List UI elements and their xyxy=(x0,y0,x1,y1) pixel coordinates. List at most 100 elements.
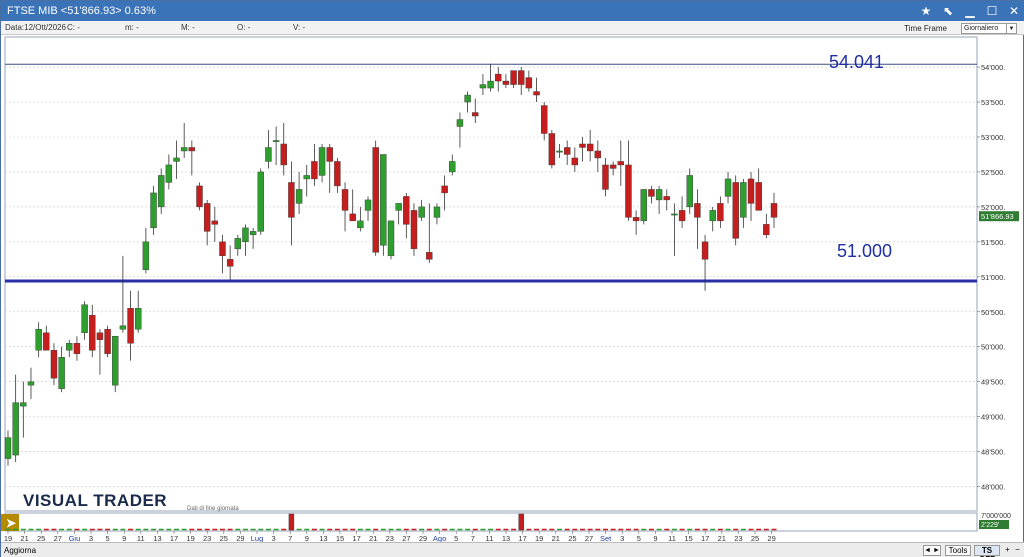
candle-body xyxy=(303,175,310,180)
x-tick-label: 19 xyxy=(4,534,12,542)
x-tick-label: 3 xyxy=(89,534,93,542)
candle-body xyxy=(724,178,732,197)
x-tick-label: Lug xyxy=(251,534,264,542)
candle-body xyxy=(464,94,471,103)
candle-body xyxy=(96,332,104,340)
candle-body xyxy=(671,213,678,216)
x-tick-label: Giu xyxy=(69,534,81,542)
x-tick-label: 29 xyxy=(419,534,427,542)
scroll-buttons[interactable]: ◄ ► xyxy=(923,545,941,556)
annotation-lower: 51.000 xyxy=(837,241,892,261)
candle-body xyxy=(135,308,142,330)
x-tick-label: 21 xyxy=(20,534,28,542)
tools-button[interactable]: Tools xyxy=(945,545,971,556)
volume-spike xyxy=(518,513,524,531)
x-tick-label: Set xyxy=(600,534,612,542)
volume-current-label: 2'229' xyxy=(981,522,999,529)
candle-body xyxy=(127,308,134,344)
x-tick-label: 17 xyxy=(701,534,709,542)
x-tick-label: 9 xyxy=(653,534,657,542)
candle-body xyxy=(295,189,303,204)
candle-body xyxy=(188,147,196,152)
x-tick-label: 27 xyxy=(402,534,410,542)
x-tick-label: 11 xyxy=(137,534,145,542)
candle-body xyxy=(472,112,479,117)
x-tick-label: 25 xyxy=(751,534,759,542)
candle-body xyxy=(678,210,686,222)
y-tick-label: 52'500. xyxy=(981,168,1005,177)
x-tick-label: 5 xyxy=(106,534,110,542)
candle-body xyxy=(73,343,81,354)
candle-body xyxy=(119,325,127,330)
candle-body xyxy=(694,203,701,218)
x-tick-label: 13 xyxy=(502,534,510,542)
x-tick-label: 23 xyxy=(386,534,394,542)
candle-body xyxy=(663,196,670,201)
candle-body xyxy=(640,189,647,222)
candle-body xyxy=(150,192,157,229)
candle-body xyxy=(709,210,716,222)
date-axis: 19 21 25 27 Giu 3 5 9 11 13 17 19 23 25 29 Lug 3 7 9 13 15 17… xyxy=(4,531,776,542)
x-tick-label: 3 xyxy=(620,534,624,542)
y-tick-label: 51'500. xyxy=(981,238,1005,247)
x-tick-label: 13 xyxy=(319,534,327,542)
candle-body xyxy=(571,157,579,166)
x-tick-label: 27 xyxy=(585,534,593,542)
x-tick-label: 21 xyxy=(552,534,560,542)
x-tick-label: 25 xyxy=(568,534,576,542)
x-tick-label: 29 xyxy=(767,534,775,542)
x-tick-label: 15 xyxy=(684,534,692,542)
plot-frame xyxy=(4,36,978,512)
x-tick-label: 21 xyxy=(369,534,377,542)
x-tick-label: 7 xyxy=(471,534,475,542)
y-tick-label: 49'500. xyxy=(981,378,1005,387)
chart-area[interactable]: 54'000. 53'500. 53'000. 52'500. 52'000. 51'50… xyxy=(1,1,1023,542)
price-axis: 54'000. 53'500. 53'000. 52'500. 52'000. 51'50… xyxy=(977,63,1005,492)
ts-off-button[interactable]: TS OFF xyxy=(974,545,1000,557)
candle-body xyxy=(173,157,180,162)
candle-body xyxy=(502,80,510,85)
candle-body xyxy=(510,70,517,85)
candle-body xyxy=(625,164,632,218)
candle-body xyxy=(257,171,264,232)
y-tick-label: 53'000. xyxy=(981,133,1005,142)
candle-body xyxy=(456,119,464,127)
candle-body xyxy=(311,161,318,180)
candle-body xyxy=(617,161,624,166)
candle-body xyxy=(763,224,770,236)
volume-spike xyxy=(288,513,295,531)
x-tick-label: 5 xyxy=(454,534,458,542)
x-tick-label: 11 xyxy=(668,534,676,542)
x-tick-label: 25 xyxy=(37,534,45,542)
candle-body xyxy=(341,189,349,211)
candle-body xyxy=(632,217,640,222)
x-tick-label: 27 xyxy=(54,534,62,542)
y-tick-label: 53'500. xyxy=(981,98,1005,107)
candle-body xyxy=(609,164,617,169)
price-grid xyxy=(4,36,978,512)
candle-body xyxy=(81,304,88,333)
x-tick-label: 25 xyxy=(220,534,228,542)
x-tick-label: 19 xyxy=(186,534,194,542)
y-tick-label: 50'000. xyxy=(981,343,1005,352)
candle-body xyxy=(380,154,387,246)
candle-body xyxy=(426,252,433,260)
candle-body xyxy=(180,147,188,152)
candle-body xyxy=(387,220,395,257)
zoom-out-button[interactable]: − xyxy=(1013,545,1022,556)
candle-body xyxy=(234,238,242,250)
visual-trader-window: FTSE MIB <51'866.93> 0.63% ★ ⬉ ▁ ☐ ✕ Dat… xyxy=(0,0,1024,557)
x-tick-label: 11 xyxy=(486,534,494,542)
zoom-in-button[interactable]: + xyxy=(1003,545,1012,556)
annotation-upper: 54.041 xyxy=(829,52,884,72)
candle-body xyxy=(732,182,739,239)
candle-body xyxy=(579,143,586,148)
candle-body xyxy=(755,182,762,211)
aggiorna-button[interactable]: Aggiorna xyxy=(4,546,36,555)
status-bar: Aggiorna ◄ ► Tools TS OFF + − xyxy=(1,542,1024,557)
y-tick-label: 54'000. xyxy=(981,63,1005,72)
candle-body xyxy=(717,203,724,222)
candle-body xyxy=(548,133,556,166)
candle-body xyxy=(602,164,609,190)
candle-body xyxy=(586,143,594,152)
